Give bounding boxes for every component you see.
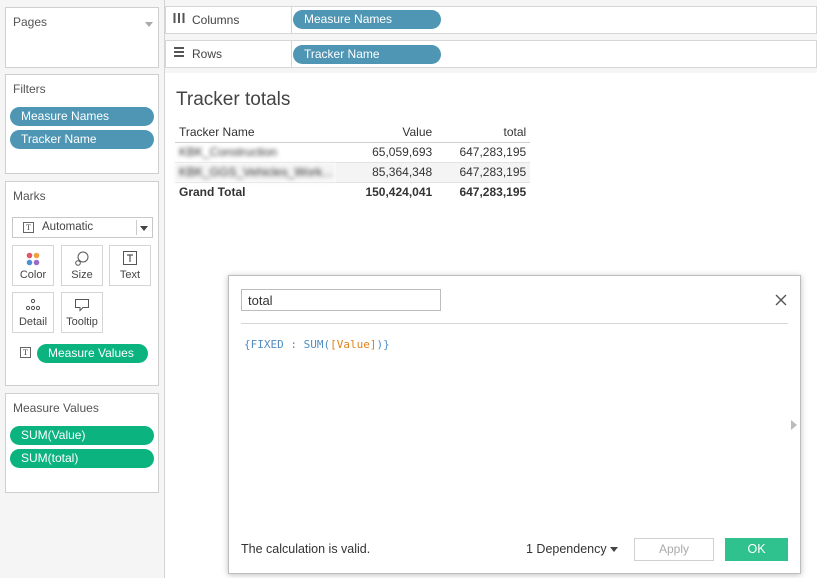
rows-pill-tracker-name[interactable]: Tracker Name — [293, 45, 441, 64]
text-button[interactable]: Text — [109, 245, 151, 286]
dialog-divider — [241, 323, 788, 324]
size-icon — [62, 251, 102, 266]
detail-label: Detail — [18, 316, 48, 328]
color-icon — [13, 251, 53, 266]
text-mark-icon: T — [23, 222, 34, 233]
grand-total-value[interactable]: 150,424,041 — [336, 182, 436, 202]
row-total[interactable]: 647,283,195 — [436, 162, 531, 183]
row-value[interactable]: 65,059,693 — [336, 142, 437, 163]
row-value[interactable]: 85,364,348 — [336, 162, 437, 183]
size-button[interactable]: Size — [61, 245, 103, 286]
apply-button[interactable]: Apply — [634, 538, 714, 561]
validation-status: The calculation is valid. — [241, 542, 371, 556]
formula-field: [Value] — [330, 338, 377, 351]
close-icon[interactable] — [774, 293, 788, 307]
color-label: Color — [19, 269, 47, 281]
marks-pill-measure-values[interactable]: Measure Values — [37, 344, 148, 363]
header-row: Tracker Name Value total — [175, 122, 531, 143]
marks-card: Marks T Automatic Color Size Text Detail… — [5, 181, 159, 386]
chevron-down-icon — [140, 226, 148, 231]
header-total[interactable]: total — [436, 122, 531, 143]
grand-total-total[interactable]: 647,283,195 — [436, 182, 530, 202]
pages-card: Pages — [5, 7, 159, 68]
color-button[interactable]: Color — [12, 245, 54, 286]
grand-total-row: Grand Total 150,424,041 647,283,195 — [175, 182, 530, 202]
formula-close: )} — [376, 338, 390, 351]
measure-values-title: Measure Values — [13, 401, 99, 415]
table-row: KBK_Construction 65,059,693 647,283,195 — [175, 142, 531, 163]
tooltip-icon — [62, 298, 102, 312]
mark-type-label: Automatic — [42, 221, 94, 233]
columns-shelf[interactable]: Columns Measure Names — [165, 6, 817, 34]
measure-pill-sum-total[interactable]: SUM(total) — [10, 449, 154, 468]
tooltip-label: Tooltip — [66, 316, 98, 328]
header-value[interactable]: Value — [336, 122, 437, 143]
measure-values-card: Measure Values SUM(Value) SUM(total) — [5, 393, 159, 493]
detail-icon — [13, 298, 53, 312]
row-tracker-name[interactable]: KBK_Construction — [175, 142, 337, 163]
formula-open: {FIXED : SUM( — [244, 338, 331, 351]
filters-title: Filters — [13, 82, 46, 96]
rows-shelf[interactable]: Rows Tracker Name — [165, 40, 817, 68]
measure-pill-sum-value[interactable]: SUM(Value) — [10, 426, 154, 445]
sheet-title: Tracker totals — [176, 89, 291, 110]
table-row: KBK_GGS_Vehicles_Work... 85,364,348 647,… — [175, 162, 531, 183]
crosstab: Tracker Name Value total KBK_Constructio… — [175, 122, 531, 202]
tooltip-button[interactable]: Tooltip — [61, 292, 103, 333]
calculation-dialog: {FIXED : SUM([Value])} The calculation i… — [228, 275, 801, 574]
chevron-down-icon — [609, 547, 618, 553]
columns-pill-measure-names[interactable]: Measure Names — [293, 10, 441, 29]
rows-shelf-header: Rows — [166, 41, 292, 67]
pages-title: Pages — [13, 15, 48, 29]
formula-editor[interactable]: {FIXED : SUM([Value])} — [244, 338, 390, 351]
text-icon — [110, 251, 150, 265]
ok-button[interactable]: OK — [725, 538, 788, 561]
dropdown-divider — [136, 220, 137, 235]
mark-type-dropdown[interactable]: T Automatic — [12, 217, 153, 238]
filters-card: Filters Measure Names Tracker Name — [5, 74, 159, 174]
header-tracker-name[interactable]: Tracker Name — [175, 122, 337, 143]
left-pane: Pages Filters Measure Names Tracker Name… — [0, 0, 165, 578]
calculation-name-input[interactable] — [241, 289, 441, 311]
row-tracker-name[interactable]: KBK_GGS_Vehicles_Work... — [175, 162, 337, 183]
grand-total-label: Grand Total — [179, 185, 246, 200]
filter-pill-measure-names[interactable]: Measure Names — [10, 107, 154, 126]
rows-icon — [173, 46, 185, 61]
row-total[interactable]: 647,283,195 — [436, 142, 531, 163]
columns-icon — [173, 12, 185, 27]
pages-chevron-icon[interactable] — [145, 22, 153, 27]
text-encoding-icon: T — [20, 347, 31, 358]
dependency-dropdown[interactable]: 1 Dependency — [526, 542, 618, 556]
dependency-label: 1 Dependency — [526, 542, 607, 556]
detail-button[interactable]: Detail — [12, 292, 54, 333]
rows-label: Rows — [192, 47, 223, 61]
size-label: Size — [71, 269, 93, 281]
text-label: Text — [119, 269, 141, 281]
columns-label: Columns — [192, 13, 240, 27]
marks-title: Marks — [13, 189, 46, 203]
expand-arrow-icon[interactable] — [791, 420, 797, 430]
columns-shelf-header: Columns — [166, 7, 292, 33]
filter-pill-tracker-name[interactable]: Tracker Name — [10, 130, 154, 149]
